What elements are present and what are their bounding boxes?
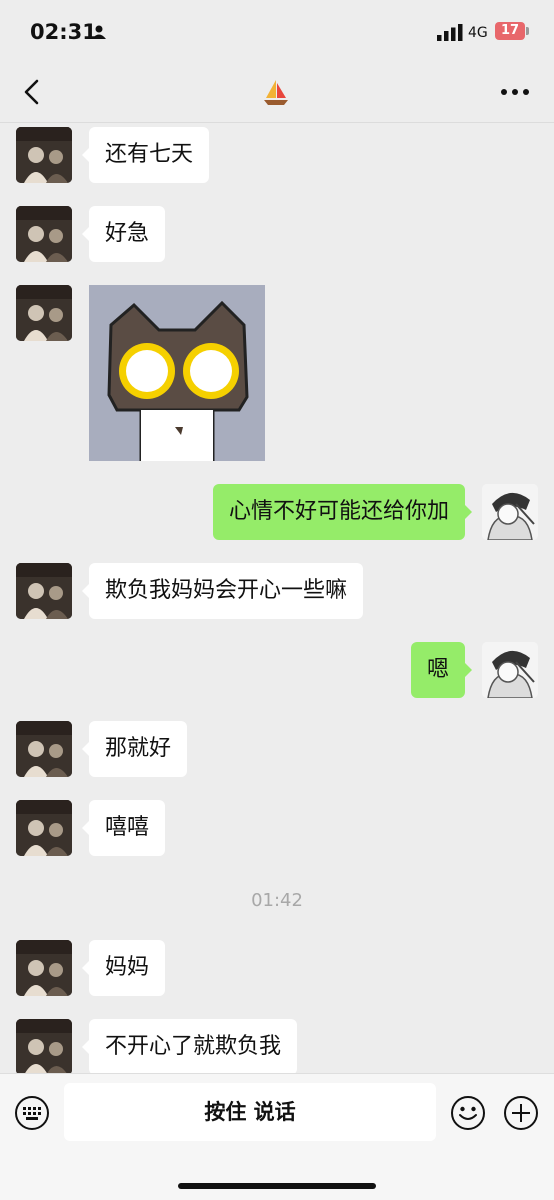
message-text: 欺负我妈妈会开心一些嘛 — [105, 578, 348, 603]
message-bubble[interactable]: 那就好 — [81, 721, 188, 777]
my-avatar[interactable] — [482, 642, 538, 698]
chevron-left-icon[interactable] — [18, 76, 48, 108]
chat-input-bar: 按住 说话 — [0, 1073, 554, 1200]
my-avatar[interactable] — [482, 484, 538, 540]
message-bubble-sent[interactable]: 心情不好可能还给你加 — [212, 484, 473, 540]
message-bubble[interactable]: 欺负我妈妈会开心一些嘛 — [81, 563, 364, 619]
plus-icon[interactable] — [503, 1095, 539, 1131]
network-type: 4G — [468, 25, 488, 41]
message-bubble[interactable]: 嘻嘻 — [81, 800, 166, 856]
contact-avatar[interactable] — [16, 127, 72, 183]
contact-avatar[interactable] — [16, 206, 72, 262]
message-text: 那就好 — [105, 736, 172, 761]
battery-indicator: 17 — [495, 22, 525, 40]
message-bubble-sent[interactable]: 嗯 — [410, 642, 473, 698]
message-timestamp: 01:42 — [251, 890, 303, 911]
signal-icon — [437, 24, 463, 41]
contact-avatar[interactable] — [16, 563, 72, 619]
contact-avatar[interactable] — [16, 800, 72, 856]
battery-cap — [526, 27, 529, 35]
hold-to-talk-button[interactable]: 按住 说话 — [64, 1083, 436, 1141]
chat-message-list[interactable]: 还有七天 好急 心情不好可能还给你加 欺负我妈妈会开心一些嘛 嗯 那就好 嘻嘻 … — [0, 123, 554, 1073]
sailboat-icon — [264, 80, 288, 105]
message-text: 还有七天 — [105, 142, 194, 167]
message-bubble[interactable]: 不开心了就欺负我 — [81, 1019, 298, 1073]
message-text: 心情不好可能还给你加 — [228, 499, 449, 524]
message-bubble[interactable]: 妈妈 — [81, 940, 166, 996]
contact-avatar[interactable] — [16, 1019, 72, 1073]
home-indicator — [178, 1183, 376, 1189]
message-text: 妈妈 — [105, 955, 150, 980]
more-dots-icon[interactable] — [498, 84, 532, 100]
status-bar: 02:31 4G 17 — [0, 0, 554, 62]
contact-avatar[interactable] — [16, 940, 72, 996]
contact-avatar[interactable] — [16, 721, 72, 777]
contact-avatar[interactable] — [16, 285, 72, 341]
status-time: 02:31 — [30, 20, 97, 44]
message-text: 不开心了就欺负我 — [105, 1034, 282, 1059]
message-bubble[interactable]: 还有七天 — [81, 127, 210, 183]
person-icon — [92, 25, 106, 39]
emoji-icon[interactable] — [450, 1095, 486, 1131]
message-text: 嘻嘻 — [105, 815, 150, 840]
keyboard-icon[interactable] — [14, 1095, 50, 1131]
message-bubble[interactable]: 好急 — [81, 206, 166, 262]
message-text: 嗯 — [426, 657, 449, 682]
glowing-eyes-cat-sticker[interactable] — [89, 285, 265, 461]
chat-nav-bar — [0, 62, 554, 123]
message-text: 好急 — [105, 221, 150, 246]
